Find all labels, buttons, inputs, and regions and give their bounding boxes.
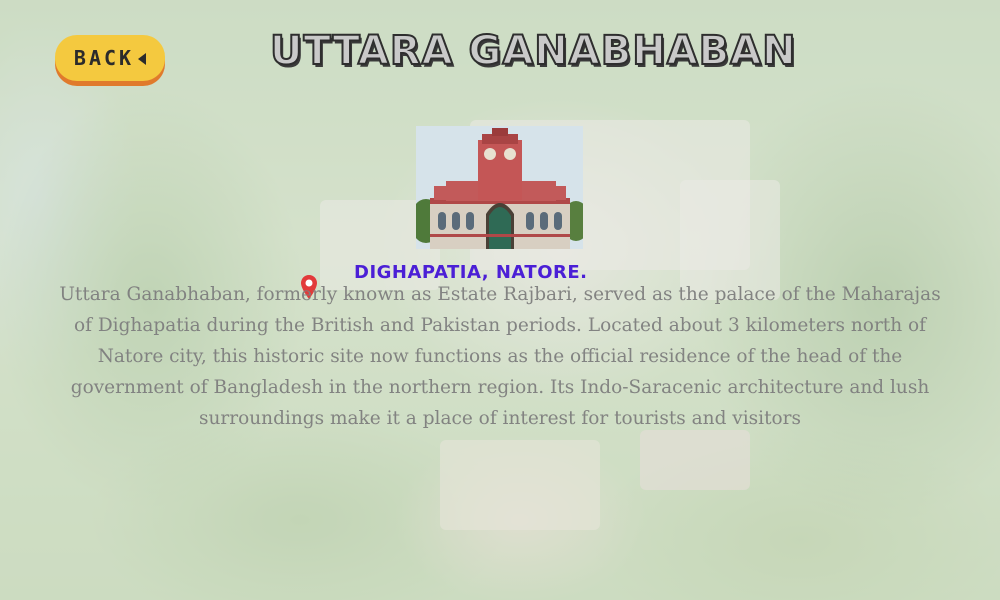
triangle-left-icon [138, 52, 147, 65]
page-title: UTTARA GANABHABAN [269, 27, 797, 75]
back-button-label: BACK [73, 46, 135, 70]
palace-image [416, 126, 583, 249]
description-text: Uttara Ganabhaban, formerly known as Est… [59, 284, 941, 429]
back-button[interactable]: BACK [55, 35, 165, 81]
